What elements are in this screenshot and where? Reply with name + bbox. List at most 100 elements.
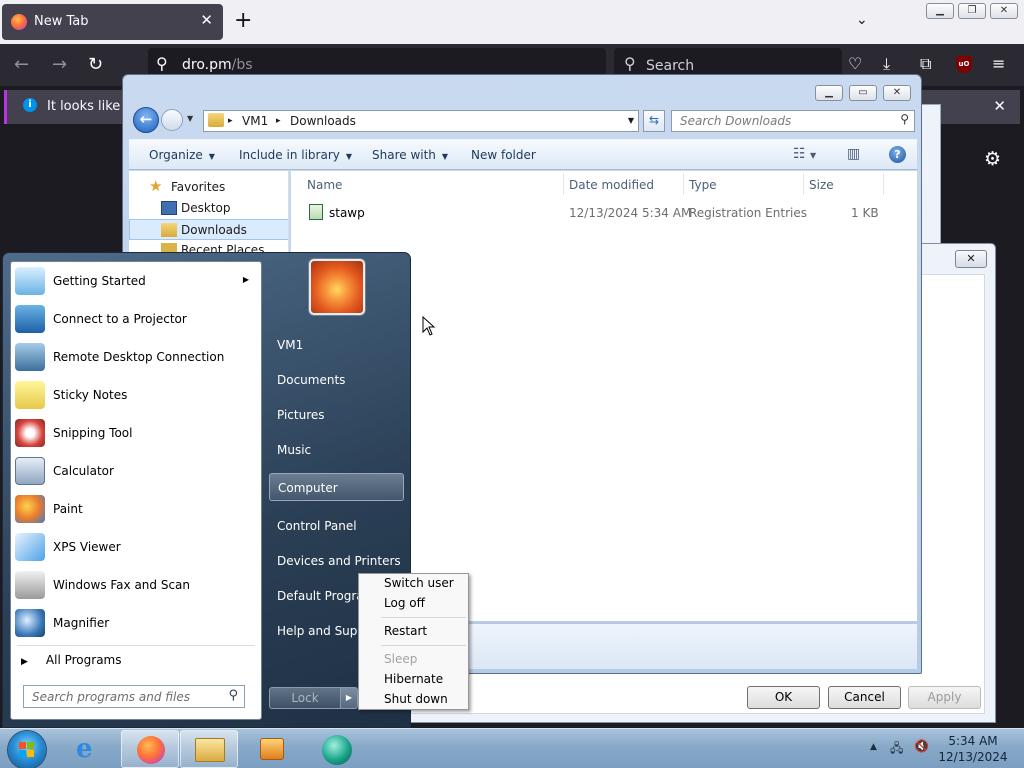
start-user-folder[interactable]: VM1 — [269, 331, 404, 359]
preview-pane-icon[interactable]: ▥ — [847, 146, 860, 162]
include-in-library-button[interactable]: Include in library ▼ — [239, 148, 352, 162]
new-folder-button[interactable]: New folder — [471, 148, 536, 162]
organize-button[interactable]: Organize ▼ — [149, 148, 215, 162]
taskbar-media-player[interactable] — [244, 730, 302, 768]
program-remote-desktop[interactable]: Remote Desktop Connection — [11, 339, 261, 375]
calculator-icon — [15, 457, 45, 485]
extensions-icon[interactable]: ⧉ — [920, 54, 931, 74]
column-type[interactable]: Type — [689, 178, 717, 192]
volume-muted-icon[interactable]: 🔇 — [914, 739, 929, 753]
start-control-panel[interactable]: Control Panel — [269, 512, 404, 540]
browser-tab[interactable]: New Tab ✕ — [2, 4, 223, 40]
program-fax-scan[interactable]: Windows Fax and Scan — [11, 567, 261, 603]
restart-item[interactable]: Restart — [384, 624, 427, 638]
nav-favorites[interactable]: ★ Favorites — [129, 177, 288, 198]
column-size[interactable]: Size — [809, 178, 834, 192]
restore-icon[interactable]: ❐ — [958, 3, 986, 19]
file-row[interactable]: stawp 12/13/2024 5:34 AM Registration En… — [291, 201, 911, 223]
power-options-arrow[interactable]: ▶ — [340, 687, 358, 709]
back-icon[interactable]: ← — [14, 54, 29, 75]
taskbar-firefox[interactable] — [121, 730, 179, 768]
clock[interactable]: 5:34 AM 12/13/2024 — [936, 733, 1010, 765]
column-date-modified[interactable]: Date modified — [569, 178, 654, 192]
fax-scan-icon — [15, 571, 45, 599]
refresh-icon[interactable]: ⇆ — [643, 110, 665, 132]
taskbar-internet-explorer[interactable]: e — [62, 730, 120, 768]
start-button[interactable] — [8, 731, 46, 768]
new-tab-icon[interactable]: + — [234, 8, 252, 33]
start-devices-printers[interactable]: Devices and Printers — [269, 547, 404, 575]
share-with-button[interactable]: Share with ▼ — [372, 148, 448, 162]
reload-icon[interactable]: ↻ — [88, 54, 103, 75]
program-sticky-notes[interactable]: Sticky Notes — [11, 377, 261, 413]
folder-icon — [208, 113, 224, 127]
all-programs-button[interactable]: ▶ All Programs — [21, 653, 122, 667]
chevron-right-icon[interactable]: ▸ — [276, 116, 281, 126]
maximize-icon[interactable]: ▭ — [849, 85, 877, 101]
chevron-down-icon[interactable]: ⌄ — [856, 12, 868, 28]
breadcrumb-vm1[interactable]: VM1 — [242, 114, 268, 128]
download-icon[interactable]: ⤓ — [883, 54, 890, 74]
back-arrow-icon[interactable]: ← — [133, 107, 159, 133]
log-off-item[interactable]: Log off — [384, 596, 425, 610]
ublock-icon[interactable]: uO — [956, 56, 972, 73]
hibernate-item[interactable]: Hibernate — [384, 672, 443, 686]
forward-arrow-icon[interactable] — [161, 109, 183, 131]
gear-icon[interactable]: ⚙ — [984, 148, 1001, 170]
start-computer[interactable]: Computer — [269, 473, 404, 501]
program-xps-viewer[interactable]: XPS Viewer — [11, 529, 261, 565]
column-divider[interactable] — [563, 173, 564, 195]
network-icon[interactable]: 🖧 — [890, 739, 903, 760]
help-icon[interactable]: ? — [889, 146, 906, 163]
breadcrumb[interactable]: ▸ VM1 ▸ Downloads ▼ — [203, 110, 639, 132]
view-options-icon[interactable]: ☷ ▼ — [793, 146, 816, 162]
user-picture[interactable] — [309, 259, 365, 315]
search-programs-input[interactable]: Search programs and files ⚲ — [23, 685, 245, 708]
close-icon[interactable]: ✕ — [955, 250, 987, 268]
show-hidden-icons[interactable]: ▲ — [870, 742, 877, 752]
search-downloads-input[interactable]: Search Downloads ⚲ — [671, 110, 915, 132]
divider — [381, 617, 466, 618]
minimize-icon[interactable]: ▁ — [926, 3, 954, 19]
nav-downloads[interactable]: Downloads — [129, 219, 288, 240]
close-window-icon[interactable]: ✕ — [990, 3, 1018, 19]
start-music[interactable]: Music — [269, 436, 404, 464]
pocket-icon[interactable]: ♡ — [848, 54, 862, 73]
menu-icon[interactable]: ≡ — [992, 54, 1005, 73]
program-calculator[interactable]: Calculator — [11, 453, 261, 489]
lock-button[interactable]: Lock — [269, 687, 341, 709]
program-paint[interactable]: Paint — [11, 491, 261, 527]
magnifier-icon — [15, 609, 45, 637]
start-documents[interactable]: Documents — [269, 366, 404, 394]
search-placeholder: Search Downloads — [680, 114, 792, 128]
chevron-right-icon[interactable]: ▸ — [228, 116, 233, 126]
breadcrumb-downloads[interactable]: Downloads — [290, 114, 356, 128]
windows-logo-icon — [19, 742, 34, 757]
minimize-icon[interactable]: ▁ — [815, 85, 843, 101]
cancel-button[interactable]: Cancel — [828, 686, 901, 709]
column-divider[interactable] — [883, 173, 884, 195]
program-snipping-tool[interactable]: Snipping Tool — [11, 415, 261, 451]
program-connect-projector[interactable]: Connect to a Projector — [11, 301, 261, 337]
close-window-icon[interactable]: ✕ — [883, 85, 911, 101]
ok-button[interactable]: OK — [747, 686, 820, 709]
switch-user-item[interactable]: Switch user — [384, 576, 454, 590]
history-dropdown-icon[interactable]: ▼ — [187, 114, 193, 123]
taskbar-app[interactable] — [308, 730, 366, 768]
column-divider[interactable] — [683, 173, 684, 195]
nav-desktop[interactable]: Desktop — [129, 198, 288, 219]
close-notification-icon[interactable]: ✕ — [993, 97, 1006, 115]
internet-explorer-icon: e — [76, 734, 93, 764]
program-getting-started[interactable]: Getting Started ▶ — [11, 263, 261, 299]
shut-down-item[interactable]: Shut down — [384, 692, 448, 706]
close-tab-icon[interactable]: ✕ — [200, 11, 213, 29]
taskbar-explorer[interactable] — [180, 730, 238, 768]
folder-icon — [195, 738, 225, 762]
forward-icon[interactable]: → — [52, 54, 67, 75]
column-divider[interactable] — [803, 173, 804, 195]
chevron-down-icon[interactable]: ▼ — [628, 116, 634, 125]
start-pictures[interactable]: Pictures — [269, 401, 404, 429]
column-name[interactable]: Name — [307, 178, 342, 192]
getting-started-icon — [15, 267, 45, 295]
program-magnifier[interactable]: Magnifier — [11, 605, 261, 641]
